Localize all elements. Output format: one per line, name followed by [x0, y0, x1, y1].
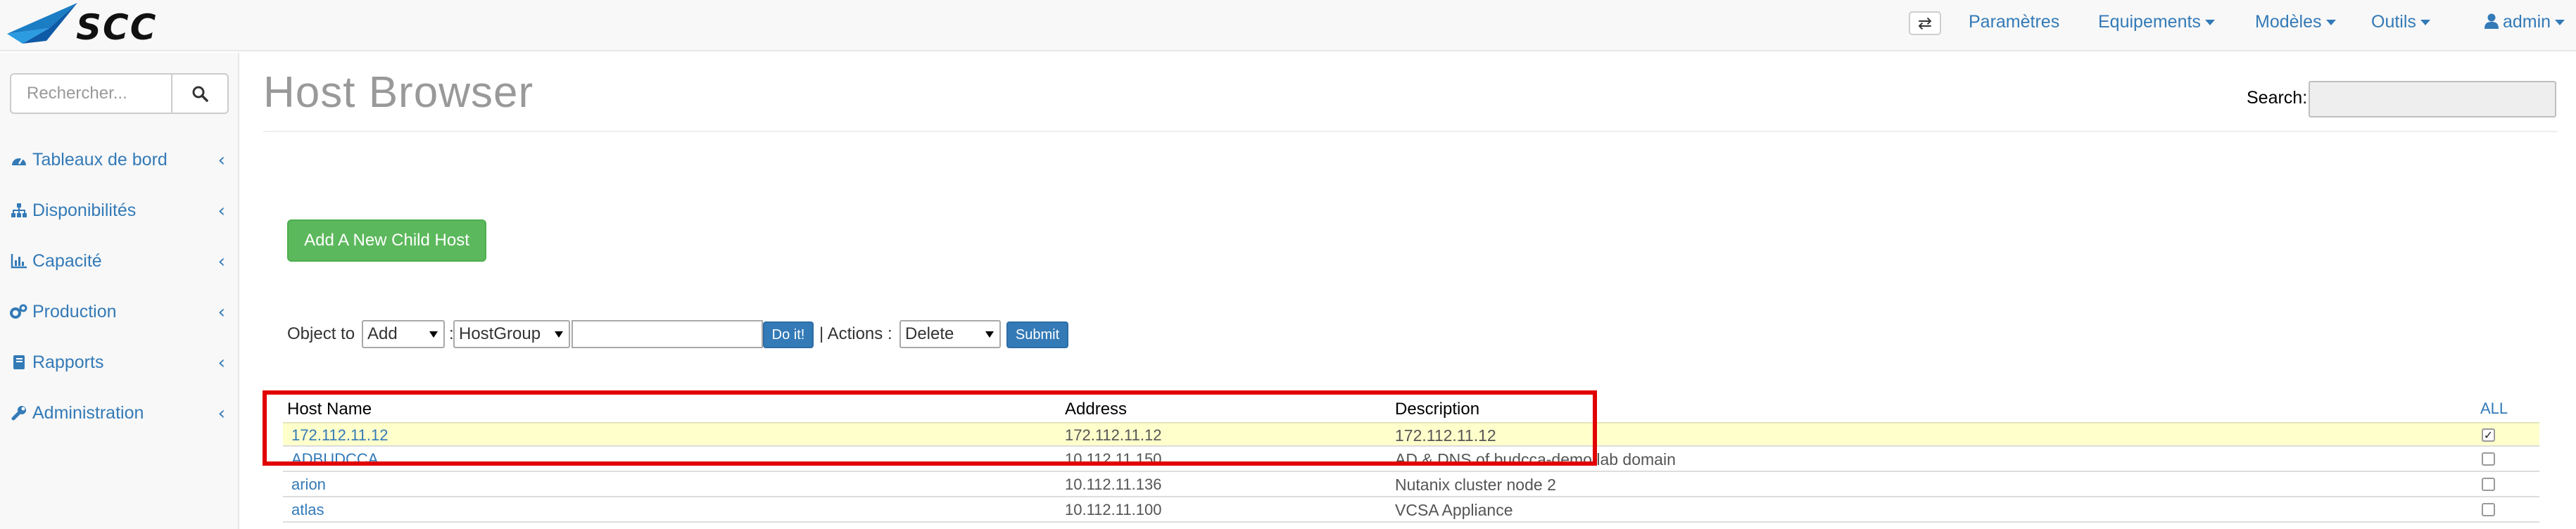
column-header-host-name[interactable]: Host Name [287, 400, 372, 419]
wrench-icon [10, 404, 28, 422]
host-description: VCSA Appliance [1395, 501, 1513, 519]
chevron-left-icon: ‹ [217, 403, 225, 424]
sidebar-item-label: Capacité [32, 250, 102, 271]
sidebar-item-rapports[interactable]: Rapports ‹ [0, 337, 238, 388]
sidebar-item-label: Production [32, 301, 117, 321]
sidebar-item-tableaux-de-bord[interactable]: Tableaux de bord ‹ [0, 134, 238, 185]
nav-admin-label: admin [2503, 12, 2551, 32]
table-row: atlas 10.112.11.100 VCSA Appliance [283, 498, 2539, 523]
add-child-host-button[interactable]: Add A New Child Host [287, 219, 486, 262]
table-row: 172.112.11.12 172.112.11.12 172.112.11.1… [283, 422, 2539, 447]
sidebar-item-label: Rapports [32, 352, 104, 372]
sidebar-item-label: Tableaux de bord [32, 149, 168, 170]
chevron-left-icon: ‹ [217, 251, 225, 272]
sidebar-search-button[interactable] [171, 73, 229, 114]
nav-equipements-label: Equipements [2098, 12, 2201, 32]
host-address: 10.112.11.136 [1065, 476, 1162, 493]
gears-icon [10, 302, 28, 321]
column-header-description[interactable]: Description [1395, 400, 1479, 419]
caret-down-icon [2555, 20, 2565, 26]
sidebar-item-capacite[interactable]: Capacité ‹ [0, 236, 238, 286]
sidebar-item-production[interactable]: Production ‹ [0, 286, 238, 337]
caret-down-icon [2325, 20, 2336, 26]
host-search-input[interactable] [2309, 81, 2556, 117]
row-checkbox[interactable]: ✓ [2482, 428, 2495, 442]
actions-label: | Actions : [819, 324, 892, 343]
chevron-left-icon: ‹ [217, 150, 225, 171]
action-select-value: Delete [905, 324, 954, 343]
dashboard-icon [10, 151, 28, 169]
hostgroup-select[interactable]: HostGroup [453, 320, 570, 348]
table-row: arion 10.112.11.136 Nutanix cluster node… [283, 473, 2539, 497]
host-address: 10.112.11.150 [1065, 450, 1162, 468]
sitemap-icon [10, 201, 28, 219]
host-address: 172.112.11.12 [1065, 426, 1162, 444]
scc-logo[interactable]: SCC [7, 3, 204, 48]
column-header-address[interactable]: Address [1065, 400, 1127, 419]
nav-equipements[interactable]: Equipements [2098, 12, 2215, 32]
do-it-button[interactable]: Do it! [763, 321, 814, 348]
sidebar-search-input[interactable] [10, 73, 172, 114]
sidebar-item-administration[interactable]: Administration ‹ [0, 388, 238, 438]
exchange-icon: ⇄ [1917, 13, 1933, 33]
nav-outils[interactable]: Outils [2371, 12, 2430, 32]
row-checkbox[interactable] [2482, 452, 2495, 466]
dropdown-arrow-icon [429, 331, 438, 338]
row-checkbox[interactable] [2482, 478, 2495, 491]
title-divider [263, 131, 2558, 132]
action-select[interactable]: Delete [899, 320, 1001, 348]
nav-outils-label: Outils [2371, 12, 2416, 32]
nav-parametres[interactable]: Paramètres [1969, 12, 2059, 32]
chevron-left-icon: ‹ [217, 302, 225, 323]
add-select[interactable]: Add [362, 320, 445, 348]
search-icon [192, 86, 208, 102]
dropdown-arrow-icon [985, 331, 994, 338]
host-description: AD & DNS of budcca-demo.lab domain [1395, 450, 1676, 469]
select-all-link[interactable]: ALL [2480, 400, 2508, 418]
caret-down-icon [2204, 20, 2215, 26]
chevron-left-icon: ‹ [217, 200, 225, 222]
top-navbar: SCC ⇄ Paramètres Equipements Modèles Out… [0, 0, 2576, 51]
object-name-input[interactable] [572, 320, 763, 348]
sidebar-search [10, 73, 229, 114]
table-row: ADBUDCCA 10.112.11.150 AD & DNS of budcc… [283, 447, 2539, 472]
host-description: Nutanix cluster node 2 [1395, 476, 1556, 494]
nav-modeles[interactable]: Modèles [2255, 12, 2336, 32]
nav-admin[interactable]: admin [2485, 12, 2565, 32]
sidebar-item-label: Disponibilités [32, 200, 137, 220]
search-label: Search: [2247, 88, 2308, 108]
bar-chart-icon [10, 252, 28, 270]
book-icon [10, 353, 28, 371]
nav-modeles-label: Modèles [2255, 12, 2322, 32]
object-to-label: Object to [287, 324, 355, 343]
row-checkbox[interactable] [2482, 503, 2495, 516]
host-address: 10.112.11.100 [1065, 501, 1162, 518]
dropdown-arrow-icon [555, 331, 563, 338]
sidebar-item-disponibilites[interactable]: Disponibilités ‹ [0, 185, 238, 236]
logo-wordmark: SCC [76, 7, 157, 46]
host-name-link[interactable]: atlas [291, 501, 324, 519]
host-name-link[interactable]: ADBUDCCA [291, 450, 378, 469]
add-select-value: Add [367, 324, 398, 343]
host-name-link[interactable]: arion [291, 476, 326, 494]
page-title: Host Browser [263, 68, 534, 117]
sidebar-item-label: Administration [32, 402, 144, 423]
switch-view-button[interactable]: ⇄ [1909, 11, 1941, 35]
host-description: 172.112.11.12 [1395, 426, 1496, 445]
hostgroup-select-value: HostGroup [459, 324, 541, 343]
host-name-link[interactable]: 172.112.11.12 [291, 426, 388, 445]
caret-down-icon [2420, 20, 2430, 26]
submit-button[interactable]: Submit [1006, 321, 1068, 348]
sidebar: Tableaux de bord ‹ Disponibilités ‹ Capa… [0, 53, 239, 529]
chevron-left-icon: ‹ [217, 352, 225, 374]
user-icon [2485, 13, 2499, 29]
nav-parametres-label: Paramètres [1969, 12, 2060, 32]
